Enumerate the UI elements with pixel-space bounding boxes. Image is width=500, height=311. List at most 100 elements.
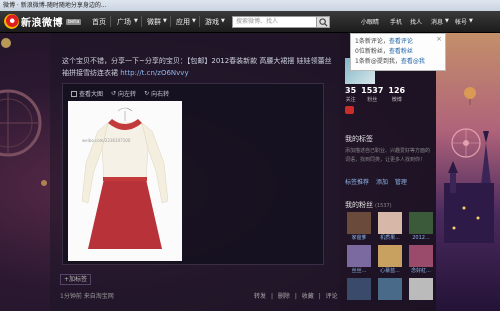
weibo-badge-icon[interactable] (345, 106, 354, 114)
nav-apps[interactable]: 应用 (176, 17, 190, 27)
dress-image (68, 101, 182, 261)
fan-item[interactable]: 丝丝... (346, 245, 372, 275)
nav-mobile[interactable]: 手机 (390, 17, 402, 26)
fan-avatar[interactable] (378, 245, 402, 267)
comment-link[interactable]: 评论 (326, 293, 338, 300)
fan-name[interactable]: 家爸爹 (346, 234, 372, 242)
fan-avatar[interactable] (409, 278, 433, 300)
fan-item[interactable] (377, 278, 403, 308)
tags-description: 添加描述自己职业、兴趣爱好等方面的词语，找到同类，让更多人找到你！ (345, 148, 431, 163)
fan-item[interactable]: 机质果... (377, 212, 403, 242)
nav-divider (170, 16, 171, 27)
fan-item[interactable]: 念好紅... (408, 245, 434, 275)
weibo-eye-icon (4, 14, 19, 29)
delete-link[interactable]: 删除 (278, 293, 290, 300)
fan-name[interactable]: 心慕蓝... (377, 267, 403, 275)
notification-mentions: 1条新@提到我，查看@我 (355, 57, 441, 67)
nav-divider (141, 16, 142, 27)
nav-games-caret-icon[interactable]: ▼ (221, 18, 225, 24)
window-title-bar: 微博 · 新浪微博-随时随地分享身边的... (0, 0, 500, 11)
zoom-icon (71, 90, 77, 97)
nav-messages-caret-icon[interactable]: ▼ (445, 18, 449, 24)
nav-account[interactable]: 帐号 (455, 17, 467, 26)
notification-fans: 0位新粉丝，查看粉丝 (355, 47, 441, 57)
fans-stat[interactable]: 1537 粉丝 (361, 86, 383, 103)
rotate-right-icon: ↻ (144, 90, 150, 97)
fan-avatar[interactable] (378, 278, 402, 300)
weibo-logo[interactable]: 新浪微博 beta (4, 14, 82, 29)
action-divider: | (270, 293, 273, 300)
tag-manage-link[interactable]: 管理 (395, 179, 407, 186)
fan-item[interactable]: 家爸爹 (346, 212, 372, 242)
fan-item[interactable] (408, 278, 434, 308)
following-stat[interactable]: 35 关注 (345, 86, 356, 103)
weibo-count: 126 (388, 86, 406, 95)
post-image[interactable] (68, 101, 182, 261)
tag-add-link[interactable]: 添加 (376, 179, 388, 186)
image-toolbar: 查看大图 ↺ 向左转 ↻ 向右转 (71, 89, 169, 98)
fan-name[interactable]: 2012... (408, 234, 434, 242)
fan-avatar[interactable] (347, 245, 371, 267)
search-button[interactable] (316, 16, 330, 28)
rotate-left-label: 向左转 (118, 91, 137, 98)
post-meta[interactable]: 1分钟前 来自淘宝网 (60, 291, 114, 300)
tag-recommend-link[interactable]: 标签推荐 (345, 179, 369, 186)
fans-section-title: 我的粉丝 (1537) (345, 200, 392, 210)
fan-name[interactable]: 丝丝... (346, 267, 372, 275)
nav-square[interactable]: 广场 (117, 17, 131, 27)
fan-avatar[interactable] (409, 245, 433, 267)
fan-name[interactable] (408, 300, 434, 308)
fan-item[interactable] (346, 278, 372, 308)
logo-text: 新浪微博 (21, 18, 63, 29)
notification-text: 1条新评论， (355, 38, 389, 45)
fans-count: 1537 (361, 86, 384, 95)
post-link[interactable]: http://t.cn/zO6Nvvy (120, 69, 188, 77)
tag-links: 标签推荐 添加 管理 (345, 177, 412, 186)
nav-username[interactable]: 小眼睛 (361, 17, 379, 26)
nav-games[interactable]: 游戏 (205, 17, 219, 27)
close-icon[interactable]: × (436, 35, 442, 43)
nav-groups[interactable]: 微群 (147, 17, 161, 27)
image-watermark: weibo.com/2236107100 (82, 138, 131, 143)
fan-avatar[interactable] (378, 212, 402, 234)
view-large-button[interactable]: 查看大图 (71, 89, 103, 98)
weibo-label: 微博 (391, 97, 402, 103)
fan-name[interactable]: 念好紅... (408, 267, 434, 275)
fan-avatar[interactable] (409, 212, 433, 234)
profile-stats: 35 关注 1537 粉丝 126 微博 (345, 86, 405, 103)
rotate-right-label: 向右转 (151, 91, 170, 98)
nav-messages[interactable]: 消息 (431, 17, 443, 26)
following-count: 35 (345, 86, 357, 95)
fan-name[interactable] (346, 300, 372, 308)
fan-name[interactable]: 机质果... (377, 234, 403, 242)
fan-avatar[interactable] (347, 278, 371, 300)
view-mentions-link[interactable]: 查看@我 (401, 58, 425, 65)
fan-avatar[interactable] (347, 212, 371, 234)
following-label: 关注 (345, 97, 356, 103)
nav-groups-caret-icon[interactable]: ▼ (163, 18, 167, 24)
view-fans-link[interactable]: 查看粉丝 (389, 48, 413, 55)
nav-home[interactable]: 首页 (92, 17, 106, 27)
fan-item[interactable]: 2012... (408, 212, 434, 242)
notification-text: 1条新@提到我， (355, 58, 401, 65)
fan-name[interactable] (377, 300, 403, 308)
nav-account-caret-icon[interactable]: ▼ (469, 18, 473, 24)
nav-find-people[interactable]: 找人 (410, 17, 422, 26)
notification-popup: × 1条新评论，查看评论 0位新粉丝，查看粉丝 1条新@提到我，查看@我 (350, 33, 446, 71)
nav-square-caret-icon[interactable]: ▼ (134, 18, 138, 24)
favorite-link[interactable]: 收藏 (302, 293, 314, 300)
nav-divider (199, 16, 200, 27)
post-text: 这个宝贝不错，分享一下~分享的宝贝：【包邮】2012春装新款 高腰大裙摆 娃娃领… (62, 55, 332, 79)
rotate-left-button[interactable]: ↺ 向左转 (111, 89, 136, 98)
nav-apps-caret-icon[interactable]: ▼ (192, 18, 196, 24)
fans-total: (1537) (375, 203, 392, 209)
repost-link[interactable]: 转发 (254, 293, 266, 300)
rotate-right-button[interactable]: ↻ 向右转 (144, 89, 169, 98)
nav-divider (110, 16, 111, 27)
weibo-stat[interactable]: 126 微博 (388, 86, 405, 103)
rotate-left-icon: ↺ (111, 90, 117, 97)
add-tag-button[interactable]: +加标签 (60, 274, 92, 285)
tags-title: 我的标签 (345, 135, 373, 143)
fan-item[interactable]: 心慕蓝... (377, 245, 403, 275)
view-comments-link[interactable]: 查看评论 (389, 38, 413, 45)
